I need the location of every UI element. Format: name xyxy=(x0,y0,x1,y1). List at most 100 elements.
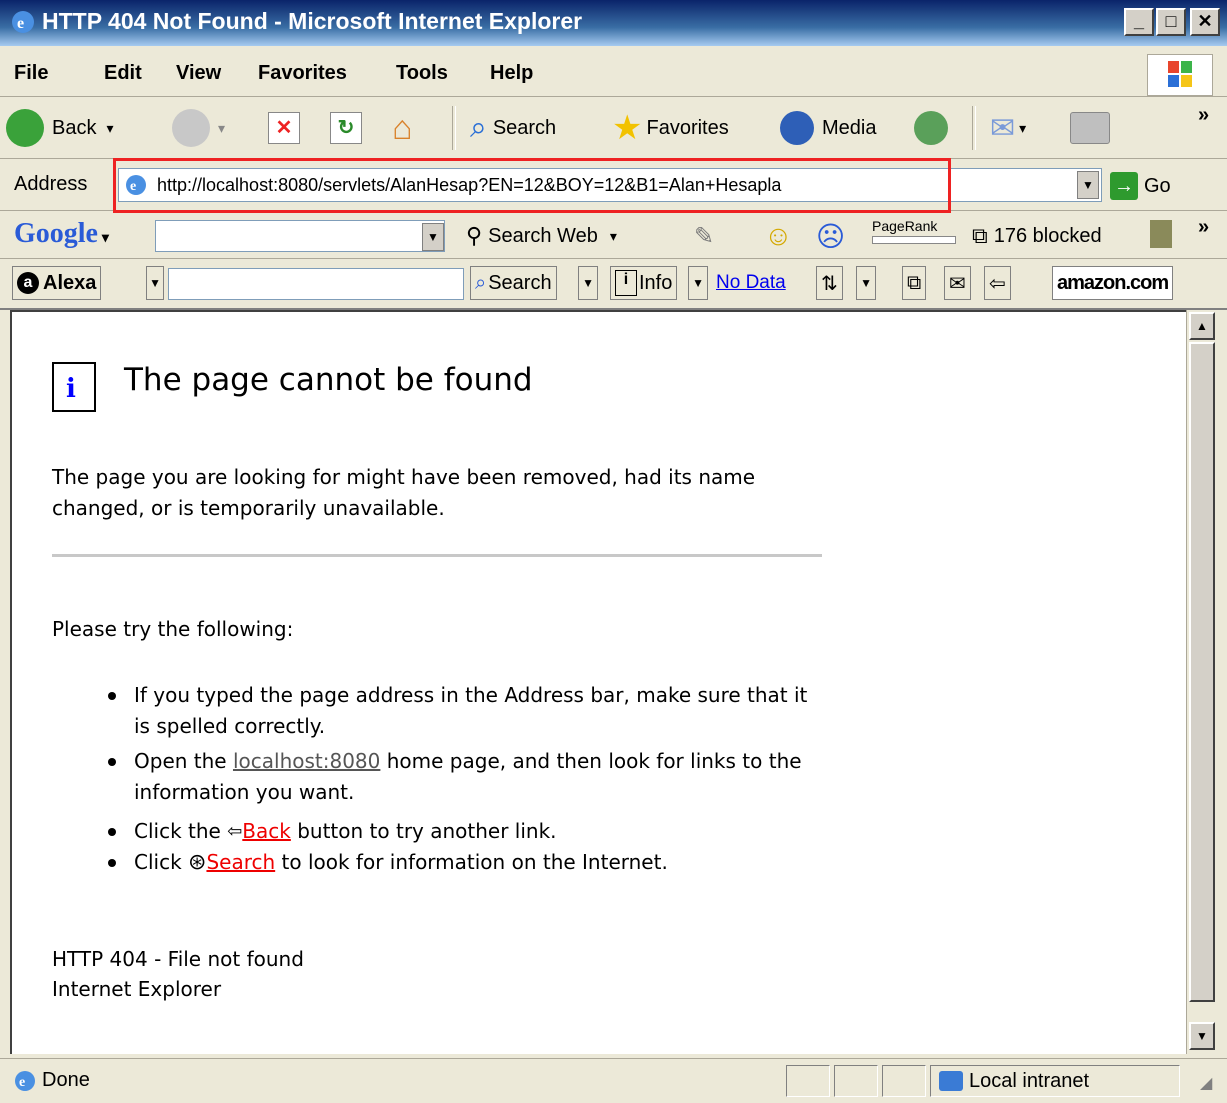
alexa-email-button[interactable]: ✉ xyxy=(944,266,971,300)
list-item: Click ⊛Search to look for information on… xyxy=(100,847,820,878)
window-title: HTTP 404 Not Found - Microsoft Internet … xyxy=(42,8,583,34)
error-code: HTTP 404 - File not found xyxy=(52,947,304,971)
error-description: The page you are looking for might have … xyxy=(52,465,756,520)
status-panel xyxy=(882,1065,926,1097)
menu-view[interactable]: View xyxy=(176,62,221,85)
favorites-button[interactable]: ★ Favorites xyxy=(612,106,729,150)
alexa-info-button[interactable]: i Info xyxy=(610,266,678,300)
popup-blocker-icon: ⧉ xyxy=(972,223,988,248)
list-item: Open the localhost:8080 home page, and t… xyxy=(100,746,820,808)
pagerank-indicator[interactable]: PageRank xyxy=(872,218,956,244)
media-button[interactable]: Media xyxy=(780,106,876,150)
stop-button[interactable]: ✕ xyxy=(268,106,300,150)
try-following-label: Please try the following: xyxy=(52,617,294,641)
status-bar: e Done Local intranet ◢ xyxy=(0,1058,1227,1103)
info-icon: i xyxy=(615,270,637,296)
options-icon[interactable] xyxy=(1150,220,1172,248)
go-arrow-icon: → xyxy=(1110,172,1138,200)
home-button[interactable]: ⌂ xyxy=(392,106,413,150)
alexa-menu-dropdown[interactable]: ▼ xyxy=(146,266,164,300)
search-icon: ⌕ xyxy=(470,111,487,144)
status-text: e Done xyxy=(14,1069,90,1092)
stop-icon: ✕ xyxy=(268,112,300,144)
menu-favorites[interactable]: Favorites xyxy=(258,62,347,85)
alexa-search-icon: ⌕ xyxy=(475,271,487,294)
scroll-down-button[interactable]: ▼ xyxy=(1189,1022,1215,1050)
highlight-annotation-box xyxy=(113,158,951,213)
go-button[interactable]: → Go xyxy=(1110,171,1220,201)
history-icon xyxy=(914,111,948,145)
forward-arrow-icon xyxy=(172,109,210,147)
alexa-no-data-link[interactable]: No Data xyxy=(716,272,786,294)
toolbar-overflow-chevron-icon[interactable]: » xyxy=(1198,104,1209,127)
scroll-thumb[interactable] xyxy=(1189,342,1215,1002)
vote-sad-button[interactable]: ☹ xyxy=(816,214,845,258)
menu-help[interactable]: Help xyxy=(490,62,533,85)
back-page-icon: ⇦ xyxy=(989,272,1006,295)
google-search-dropdown[interactable]: ▼ xyxy=(422,223,444,251)
maximize-button[interactable]: □ xyxy=(1156,8,1186,36)
alexa-related-button[interactable]: ⇅ xyxy=(816,266,843,300)
search-web-button[interactable]: ⚲ Search Web ▾ xyxy=(466,214,617,258)
copy-icon: ⧉ xyxy=(907,271,922,294)
pagerank-bar xyxy=(872,236,956,244)
alexa-a-icon: a xyxy=(17,272,39,294)
google-toolbar: Google ▾ ▼ ⚲ Search Web ▾ ✎ ☺ ☹ PageRank … xyxy=(0,212,1227,259)
back-button[interactable]: Back ▾ xyxy=(6,106,114,150)
alexa-info-dropdown[interactable]: ▼ xyxy=(688,266,708,300)
scroll-up-button[interactable]: ▲ xyxy=(1189,312,1215,340)
print-button[interactable] xyxy=(1070,106,1110,150)
popup-blocker-button[interactable]: ⧉ 176 blocked xyxy=(972,214,1102,258)
vote-happy-button[interactable]: ☺ xyxy=(764,214,793,258)
menu-file[interactable]: File xyxy=(14,62,48,85)
toolbar-separator xyxy=(972,106,976,150)
menu-tools[interactable]: Tools xyxy=(396,62,448,85)
envelope-icon: ✉ xyxy=(949,272,966,295)
related-links-icon: ⇅ xyxy=(821,272,838,295)
vertical-scrollbar[interactable]: ▲ ▼ xyxy=(1186,310,1216,1054)
svg-text:e: e xyxy=(19,1075,25,1090)
page-content: i The page cannot be found The page you … xyxy=(10,310,1186,1054)
info-page-icon: i xyxy=(52,362,96,412)
title-bar: e HTTP 404 Not Found - Microsoft Interne… xyxy=(0,0,1227,46)
refresh-icon: ↻ xyxy=(330,112,362,144)
google-overflow-chevron-icon[interactable]: » xyxy=(1198,216,1209,239)
alexa-search-button[interactable]: ⌕ Search xyxy=(470,266,557,300)
google-search-input[interactable]: ▼ xyxy=(155,220,445,252)
news-icon: ✎ xyxy=(694,222,715,250)
alexa-back-button[interactable]: ⇦ xyxy=(984,266,1011,300)
alexa-logo-button[interactable]: a Alexa xyxy=(12,266,102,300)
alexa-related-dropdown[interactable]: ▼ xyxy=(856,266,876,300)
home-icon: ⌂ xyxy=(392,108,413,147)
back-arrow-icon: ⇦ xyxy=(227,821,243,842)
address-dropdown-button[interactable]: ▼ xyxy=(1077,171,1099,199)
page-ie-icon: e xyxy=(15,1070,35,1091)
google-logo[interactable]: Google ▾ xyxy=(14,218,109,250)
resize-grip-icon[interactable]: ◢ xyxy=(1200,1073,1212,1093)
forward-button[interactable]: ▾ xyxy=(172,106,225,150)
search-link[interactable]: Search xyxy=(206,850,275,874)
refresh-button[interactable]: ↻ xyxy=(330,106,362,150)
divider xyxy=(52,554,822,557)
windows-logo-icon xyxy=(1147,54,1213,96)
close-button[interactable]: ✕ xyxy=(1190,8,1220,36)
minimize-button[interactable]: _ xyxy=(1124,8,1154,36)
menu-edit[interactable]: Edit xyxy=(104,62,142,85)
back-link[interactable]: Back xyxy=(242,819,291,843)
ie-icon: e xyxy=(12,11,34,33)
alexa-archive-button[interactable]: ⧉ xyxy=(902,266,927,300)
amazon-button[interactable]: amazon.com xyxy=(1052,266,1174,300)
localhost-home-link[interactable]: localhost:8080 xyxy=(233,749,380,773)
favorites-star-icon: ★ xyxy=(612,109,643,147)
alexa-search-input[interactable] xyxy=(168,268,464,300)
history-button[interactable] xyxy=(914,106,956,150)
suggestion-list: If you typed the page address in the Add… xyxy=(100,680,820,878)
search-button[interactable]: ⌕ Search xyxy=(470,106,556,150)
media-globe-icon xyxy=(780,111,814,145)
browser-name: Internet Explorer xyxy=(52,977,222,1001)
news-button[interactable]: ✎ xyxy=(694,214,714,258)
alexa-search-dropdown[interactable]: ▼ xyxy=(578,266,598,300)
mail-icon: ✉ xyxy=(990,111,1016,145)
mail-button[interactable]: ✉ ▾ xyxy=(990,106,1026,150)
svg-text:e: e xyxy=(17,15,24,32)
